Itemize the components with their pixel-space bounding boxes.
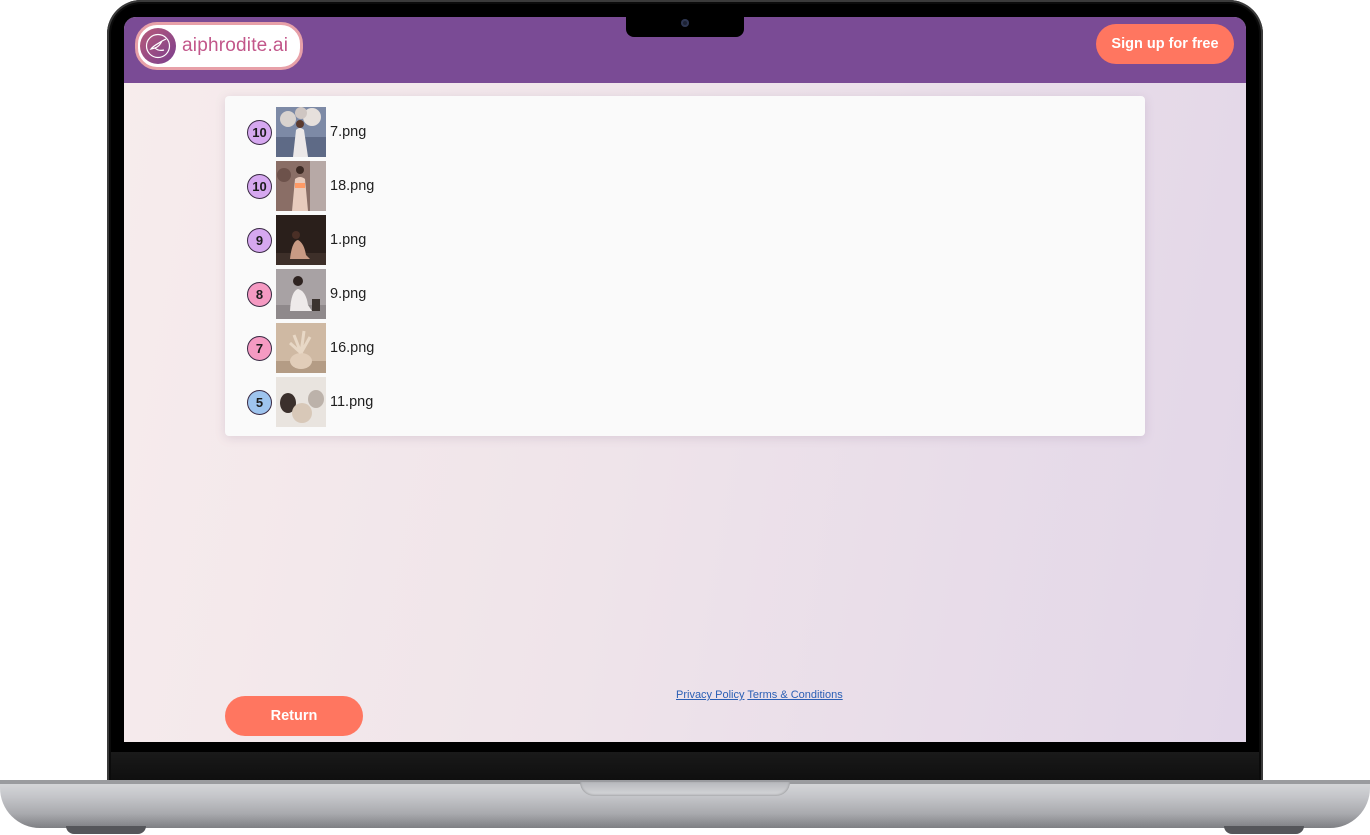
file-name: 18.png	[330, 178, 375, 194]
logo-text: aiphrodite.ai	[182, 35, 289, 56]
rank-badge: 8	[247, 281, 272, 307]
privacy-policy-link[interactable]: Privacy Policy	[676, 689, 744, 701]
hummingbird-icon	[140, 28, 176, 64]
result-row[interactable]: 10 18.png	[247, 160, 374, 212]
file-name: 1.png	[330, 232, 367, 248]
rank-badge: 7	[247, 335, 272, 361]
thumbnail-image	[276, 215, 326, 265]
laptop-chin	[111, 752, 1259, 782]
rank-badge: 10	[247, 119, 272, 145]
file-name: 9.png	[330, 286, 367, 302]
footer-links: Privacy Policy Terms & Conditions	[676, 689, 843, 701]
thumbnail-image	[276, 161, 326, 211]
result-row[interactable]: 5 11.png	[247, 376, 373, 428]
result-row[interactable]: 9 1.png	[247, 214, 366, 266]
file-name: 7.png	[330, 124, 367, 140]
screen: aiphrodite.ai Sign up for free 10 7.png	[124, 17, 1246, 742]
result-row[interactable]: 8 9.png	[247, 268, 366, 320]
logo[interactable]: aiphrodite.ai	[135, 22, 303, 70]
result-row[interactable]: 7 16.png	[247, 322, 374, 374]
thumbnail-image	[276, 323, 326, 373]
results-card: 10 7.png 10 18.png 9 1.png 8 9.png 7 16.…	[225, 96, 1145, 436]
file-name: 16.png	[330, 340, 375, 356]
rank-badge: 5	[247, 389, 272, 415]
laptop-foot-right	[1224, 826, 1304, 834]
rank-badge: 9	[247, 227, 272, 253]
terms-link[interactable]: Terms & Conditions	[747, 689, 842, 701]
signup-button[interactable]: Sign up for free	[1096, 24, 1234, 64]
laptop-foot-left	[66, 826, 146, 834]
rank-badge: 10	[247, 173, 272, 199]
result-row[interactable]: 10 7.png	[247, 106, 366, 158]
thumbnail-image	[276, 107, 326, 157]
laptop-thumb-notch	[580, 782, 790, 796]
camera-icon	[681, 19, 689, 27]
thumbnail-image	[276, 269, 326, 319]
file-name: 11.png	[330, 394, 374, 410]
camera-notch	[626, 16, 744, 37]
thumbnail-image	[276, 377, 326, 427]
return-button[interactable]: Return	[225, 696, 363, 736]
